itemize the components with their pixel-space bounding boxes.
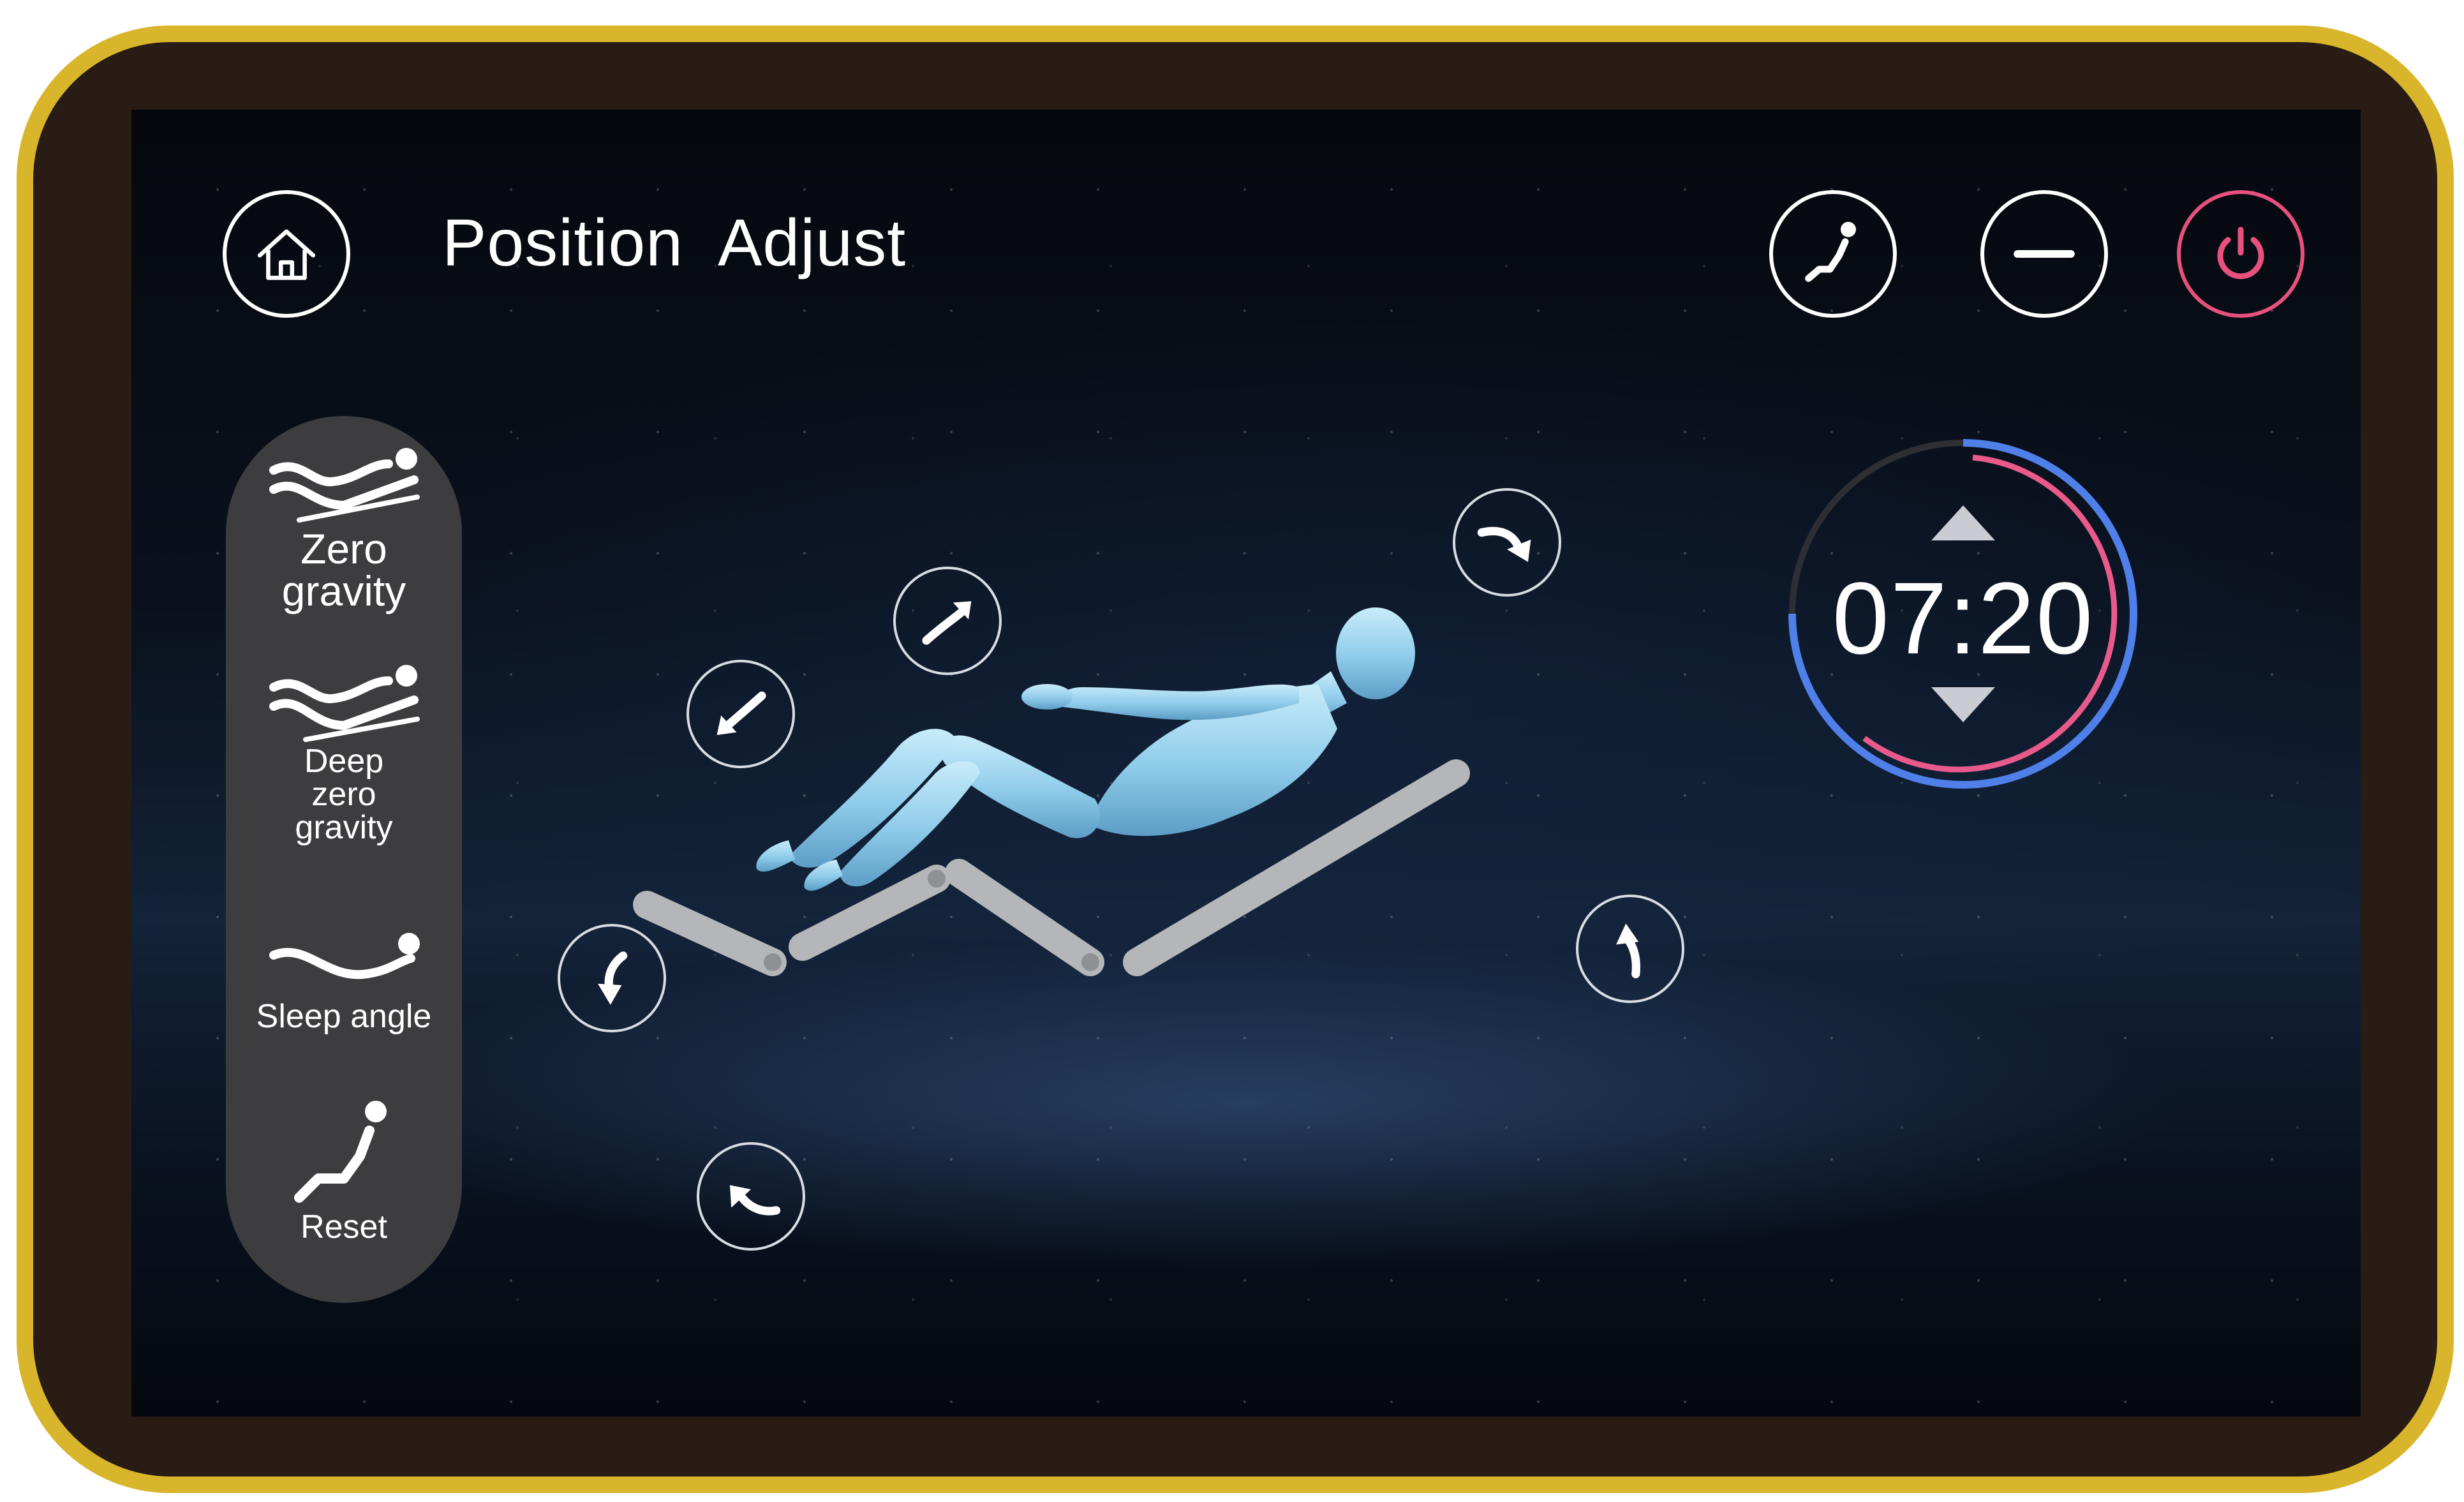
timer-increase-button[interactable] [1931,505,1995,540]
timer-decrease-button[interactable] [1931,687,1995,722]
timer-value: 07:20 [1832,561,2095,675]
backrest-down-button[interactable] [687,660,795,768]
backrest-up-button[interactable] [893,567,1002,675]
backrest-down-arrow-icon [716,691,766,735]
legrest-lower-arrow-icon [598,951,628,1005]
backrest-up-arrow-icon [922,601,972,645]
headrest-tilt-button[interactable] [1453,488,1561,597]
screen: Position Adjust Zero gravity Deep zero g… [131,110,2361,1416]
legrest-extend-arrow-icon [730,1185,781,1216]
timer-dial[interactable]: 07:20 [1781,432,2145,796]
legrest-extend-button[interactable] [697,1142,805,1251]
legrest-lower-button[interactable] [558,924,666,1032]
legrest-raise-arrow-icon [1616,923,1640,979]
legrest-raise-button[interactable] [1576,895,1684,1003]
headrest-tilt-arrow-icon [1477,526,1531,562]
